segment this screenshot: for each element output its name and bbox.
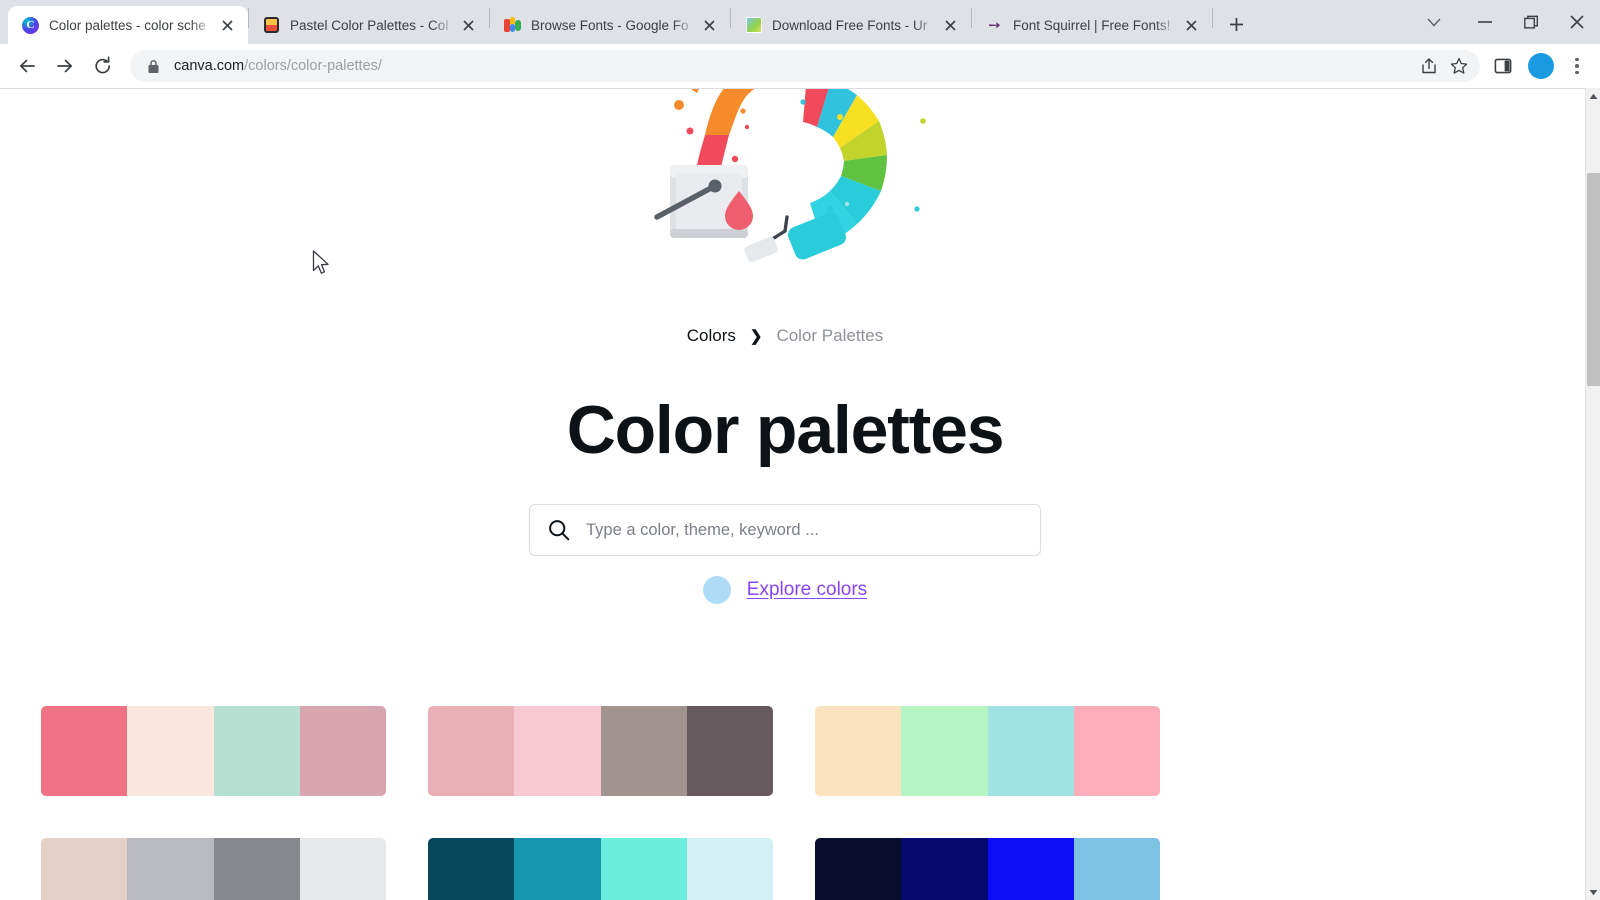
palette-swatch <box>41 706 128 796</box>
page-content: Colors ❯ Color Palettes Color palettes T… <box>0 89 1585 900</box>
scroll-down-arrow-icon[interactable] <box>1586 884 1600 900</box>
minimize-icon[interactable] <box>1462 0 1508 44</box>
palette-swatch <box>1073 838 1160 900</box>
palette-swatch <box>815 706 902 796</box>
page-viewport: Colors ❯ Color Palettes Color palettes T… <box>0 88 1600 900</box>
avatar[interactable] <box>1528 53 1554 79</box>
palette-card[interactable] <box>428 838 773 900</box>
palette-card[interactable] <box>815 706 1160 796</box>
page-scrollbar[interactable] <box>1585 88 1600 900</box>
tab-title: Color palettes - color sche <box>49 17 206 33</box>
palette-swatch <box>299 706 386 796</box>
new-tab-button[interactable] <box>1219 7 1253 41</box>
breadcrumb: Colors ❯ Color Palettes <box>0 326 1570 346</box>
browser-tab-4[interactable]: Download Free Fonts - Ur <box>731 6 971 44</box>
palette-swatch <box>1073 706 1160 796</box>
urbanfonts-icon <box>745 17 762 34</box>
palette-swatch <box>299 838 386 900</box>
palette-swatch <box>987 706 1074 796</box>
tab-title: Download Free Fonts - Ur <box>772 17 928 33</box>
palette-swatch <box>127 838 214 900</box>
palette-swatch <box>686 838 773 900</box>
restore-icon[interactable] <box>1508 0 1554 44</box>
browser-tab-3[interactable]: Browse Fonts - Google Fo <box>490 6 730 44</box>
palette-swatch <box>815 838 902 900</box>
close-icon[interactable] <box>1554 0 1600 44</box>
url-text: canva.com/colors/color-palettes/ <box>174 58 1414 74</box>
font-squirrel-icon: ➙ <box>988 16 1001 34</box>
explore-colors-row: Explore colors <box>0 576 1570 604</box>
palette-card[interactable] <box>428 706 773 796</box>
chevron-down-icon[interactable] <box>1406 0 1462 44</box>
url-path: /colors/color-palettes/ <box>244 58 382 74</box>
close-tab-icon[interactable] <box>216 14 238 36</box>
close-tab-icon[interactable] <box>939 14 961 36</box>
palette-swatch <box>600 706 687 796</box>
explore-colors-link[interactable]: Explore colors <box>747 579 867 601</box>
browser-toolbar: canva.com/colors/color-palettes/ <box>0 44 1600 88</box>
palette-swatch <box>213 706 300 796</box>
url-domain: canva.com <box>174 58 245 74</box>
search-box[interactable] <box>529 504 1041 556</box>
scrollbar-thumb[interactable] <box>1587 173 1600 386</box>
palette-swatch <box>428 838 515 900</box>
side-panel-icon[interactable] <box>1486 49 1520 83</box>
browser-window: C Color palettes - color sche Pastel Col… <box>0 0 1600 900</box>
palette-grid <box>41 706 1508 900</box>
chevron-right-icon: ❯ <box>749 328 763 345</box>
palette-swatch <box>600 838 687 900</box>
kebab-menu-icon[interactable] <box>1562 57 1592 75</box>
palette-swatch <box>213 838 300 900</box>
hero-illustration <box>0 89 1570 299</box>
palette-swatch <box>514 838 601 900</box>
tab-title: Browse Fonts - Google Fo <box>531 17 689 33</box>
tab-divider <box>1212 7 1213 28</box>
toolbar-right-actions <box>1486 49 1592 83</box>
lock-icon <box>144 59 162 74</box>
forward-arrow-icon[interactable] <box>46 47 84 85</box>
google-fonts-icon <box>504 16 521 34</box>
scroll-up-arrow-icon[interactable] <box>1586 88 1600 104</box>
palette-swatch <box>514 706 601 796</box>
breadcrumb-current: Color Palettes <box>776 326 884 345</box>
tab-title: Pastel Color Palettes - Col <box>290 17 449 33</box>
search-input[interactable] <box>586 520 1022 540</box>
browser-tab-1[interactable]: C Color palettes - color sche <box>8 6 248 44</box>
pastel-palette-icon <box>263 16 280 34</box>
reload-icon[interactable] <box>84 47 122 85</box>
color-swatch-circle <box>702 576 731 604</box>
palette-card[interactable] <box>41 706 386 796</box>
palette-swatch <box>428 706 515 796</box>
share-icon[interactable] <box>1414 51 1444 81</box>
tab-title: Font Squirrel | Free Fonts! <box>1013 17 1171 33</box>
palette-swatch <box>127 706 214 796</box>
canva-icon: C <box>22 16 39 34</box>
window-controls <box>1406 0 1600 44</box>
star-icon[interactable] <box>1444 51 1474 81</box>
address-bar[interactable]: canva.com/colors/color-palettes/ <box>130 50 1480 82</box>
page-title: Color palettes <box>566 392 1005 468</box>
palette-swatch <box>41 838 128 900</box>
close-tab-icon[interactable] <box>698 14 720 36</box>
mouse-pointer <box>312 250 331 281</box>
search-icon <box>548 519 572 541</box>
close-tab-icon[interactable] <box>1180 14 1202 36</box>
browser-tab-5[interactable]: ➙ Font Squirrel | Free Fonts! <box>972 6 1212 44</box>
palette-swatch <box>901 706 988 796</box>
close-tab-icon[interactable] <box>457 14 479 36</box>
palette-swatch <box>987 838 1074 900</box>
palette-card[interactable] <box>815 838 1160 900</box>
back-arrow-icon[interactable] <box>8 47 46 85</box>
tab-strip: C Color palettes - color sche Pastel Col… <box>0 0 1600 44</box>
palette-card[interactable] <box>41 838 386 900</box>
palette-swatch <box>686 706 773 796</box>
search-section <box>0 504 1570 556</box>
tabs-container: C Color palettes - color sche Pastel Col… <box>8 0 1253 44</box>
palette-swatch <box>901 838 988 900</box>
browser-tab-2[interactable]: Pastel Color Palettes - Col <box>249 6 489 44</box>
breadcrumb-link-colors[interactable]: Colors <box>687 326 736 346</box>
